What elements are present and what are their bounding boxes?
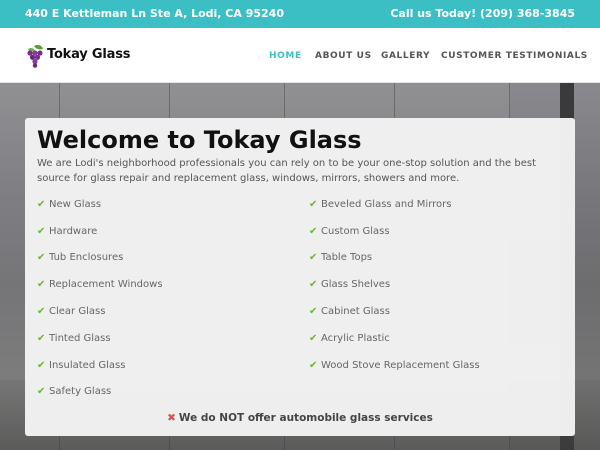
service-item: ✔ Safety Glass <box>37 386 112 397</box>
service-item: ✔ Wood Stove Replacement Glass <box>309 360 480 371</box>
top-bar: 440 E Kettleman Ln Ste A, Lodi, CA 95240… <box>0 0 600 28</box>
service-item: ✔ Custom Glass <box>309 226 390 237</box>
intro-text: We are Lodi's neighborhood professionals… <box>37 158 536 184</box>
check-icon: ✔ <box>37 199 46 210</box>
check-icon: ✔ <box>37 333 46 344</box>
check-icon: ✔ <box>309 279 318 290</box>
check-icon: ✔ <box>309 306 318 317</box>
check-icon: ✔ <box>309 252 318 263</box>
check-icon: ✔ <box>309 333 318 344</box>
page-title: Welcome to Tokay Glass <box>37 126 362 154</box>
nav-about-us[interactable]: ABOUT US <box>315 51 372 61</box>
service-item: ✔ Cabinet Glass <box>309 306 390 317</box>
check-icon: ✔ <box>37 226 46 237</box>
check-icon: ✔ <box>37 306 46 317</box>
nav-customer-testimonials[interactable]: CUSTOMER TESTIMONIALS <box>441 51 588 61</box>
logo-text: Tokay Glass <box>47 47 131 62</box>
check-icon: ✔ <box>309 199 318 210</box>
notice-text: ✖ We do NOT offer automobile glass servic… <box>167 412 433 424</box>
address-text: 440 E Kettleman Ln Ste A, Lodi, CA 95240 <box>25 7 284 20</box>
service-item: ✔ Tub Enclosures <box>37 252 124 263</box>
welcome-card: Welcome to Tokay Glass We are Lodi's nei… <box>25 118 575 436</box>
nav-home[interactable]: HOME <box>269 51 302 61</box>
service-item: ✔ Clear Glass <box>37 306 106 317</box>
service-item: ✔ Table Tops <box>309 252 373 263</box>
service-item: ✔ Hardware <box>37 226 98 237</box>
check-icon: ✔ <box>309 360 318 371</box>
service-item: ✔ Beveled Glass and Mirrors <box>309 199 452 210</box>
service-item: ✔ Replacement Windows <box>37 279 163 290</box>
check-icon: ✔ <box>37 360 46 371</box>
nav-gallery[interactable]: GALLERY <box>381 51 430 61</box>
cross-icon: ✖ <box>167 412 176 424</box>
check-icon: ✔ <box>309 226 318 237</box>
service-item: ✔ Tinted Glass <box>37 333 111 344</box>
main-navigation: Tokay Glass HOME ABOUT US GALLERY CUSTOM… <box>0 28 600 83</box>
service-item: ✔ Glass Shelves <box>309 279 391 290</box>
service-item: ✔ New Glass <box>37 199 102 210</box>
check-icon: ✔ <box>37 279 46 290</box>
check-icon: ✔ <box>37 252 46 263</box>
check-icon: ✔ <box>37 386 46 397</box>
phone-link[interactable]: Call us Today! (209) 368-3845 <box>390 7 575 20</box>
service-item: ✔ Insulated Glass <box>37 360 126 371</box>
grapes-icon <box>27 45 43 68</box>
service-item: ✔ Acrylic Plastic <box>309 333 390 344</box>
